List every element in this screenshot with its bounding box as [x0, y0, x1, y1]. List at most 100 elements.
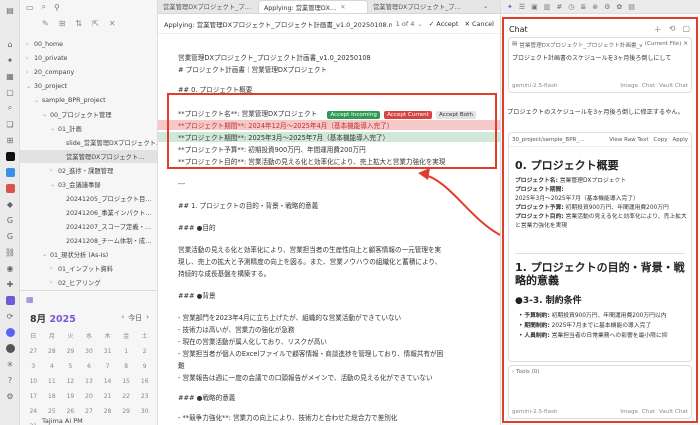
- view-raw-button[interactable]: View Raw Text: [609, 137, 648, 143]
- calendar-day[interactable]: 31: [98, 348, 117, 355]
- calendar-day[interactable]: 27: [24, 348, 43, 355]
- github-icon[interactable]: [4, 342, 16, 354]
- calendar-day[interactable]: 30: [135, 408, 154, 415]
- calendar-day[interactable]: 30: [80, 348, 99, 355]
- copilot-icon[interactable]: ✦: [507, 3, 513, 11]
- tree-item[interactable]: › 00_home: [20, 38, 157, 51]
- calendar-day[interactable]: 25: [43, 408, 62, 415]
- vault-name[interactable]: Tajima Ai PM: [42, 417, 83, 425]
- puzzle-icon[interactable]: ✚: [4, 278, 16, 290]
- tree-item[interactable]: 20241207_スコープ定義・…: [20, 220, 157, 233]
- tab-applying[interactable]: Applying: 営業管理DX… ✕: [258, 0, 368, 13]
- folder-icon[interactable]: ▭: [26, 3, 34, 12]
- calendar-day[interactable]: 5: [61, 363, 80, 370]
- calendar-day[interactable]: 21: [98, 393, 117, 400]
- gear-icon[interactable]: ⚙: [604, 3, 610, 11]
- search-icon[interactable]: ⌕: [42, 2, 46, 12]
- calendar-day[interactable]: 7: [98, 363, 117, 370]
- calendar-day[interactable]: 8: [117, 363, 136, 370]
- model-selector[interactable]: gemini-2.5-flash: [512, 409, 616, 415]
- bookmark-icon[interactable]: ⚲: [54, 3, 60, 12]
- tree-item[interactable]: ⌄ 01_現状分析 (As-Is): [20, 248, 157, 261]
- tree-item[interactable]: ⌄ 30_project: [20, 80, 157, 93]
- calendar-day[interactable]: 3: [24, 363, 43, 370]
- collapse-icon[interactable]: ⇱: [92, 19, 99, 28]
- calendar-icon[interactable]: ▦: [26, 295, 34, 304]
- calendar-day[interactable]: 17: [24, 393, 43, 400]
- calendar-day[interactable]: 4: [43, 363, 62, 370]
- tab-add-button[interactable]: ⌄: [478, 0, 498, 13]
- sort-icon[interactable]: ⇅: [75, 19, 82, 28]
- calendar-day[interactable]: 28: [43, 348, 62, 355]
- clock-icon[interactable]: ◷: [568, 3, 574, 11]
- calendar-day[interactable]: 15: [117, 378, 136, 385]
- calendar-day[interactable]: 29: [61, 348, 80, 355]
- calendar-day[interactable]: 16: [135, 378, 154, 385]
- copy-button[interactable]: Copy: [654, 137, 668, 143]
- new-folder-icon[interactable]: ⊞: [59, 19, 66, 28]
- history-icon[interactable]: ⟲: [669, 24, 676, 35]
- tab-plan-2[interactable]: 営業管理DXプロジェクト_プ…: [368, 0, 478, 13]
- graph-icon[interactable]: ✦: [4, 54, 16, 66]
- plugin-icon[interactable]: ◆: [4, 198, 16, 210]
- context-chip[interactable]: ▤ 営業管理DXプロジェクト_プロジェクト計画書_v1… (Current Fi…: [512, 41, 688, 49]
- tree-item[interactable]: › 02_ヒアリング: [20, 276, 157, 289]
- template-icon[interactable]: ❏: [4, 118, 16, 130]
- outline-icon[interactable]: ≣: [580, 3, 586, 11]
- star-icon[interactable]: ✳: [4, 358, 16, 370]
- calendar-day[interactable]: 29: [117, 408, 136, 415]
- book-icon[interactable]: ▣: [531, 3, 538, 11]
- image-button[interactable]: Image: [620, 409, 638, 415]
- link-icon[interactable]: ⛓: [4, 246, 16, 258]
- tag-icon[interactable]: #: [556, 3, 562, 11]
- calendar-day[interactable]: 11: [43, 378, 62, 385]
- chat-button[interactable]: Chat: [642, 409, 655, 415]
- tree-item[interactable]: 20241208_チーム体制・成…: [20, 234, 157, 247]
- calendar-day[interactable]: 23: [135, 393, 154, 400]
- calendar-day[interactable]: 12: [61, 378, 80, 385]
- file-icon[interactable]: ▢: [4, 86, 16, 98]
- image-button[interactable]: Image: [620, 83, 638, 89]
- calendar-icon[interactable]: ▦: [4, 70, 16, 82]
- save-icon[interactable]: ▢: [682, 24, 690, 35]
- tab-plan-1[interactable]: 営業管理DXプロジェクト_プ…: [158, 0, 258, 13]
- chat-icon[interactable]: ▤: [628, 3, 635, 11]
- calendar-day[interactable]: 27: [80, 408, 99, 415]
- new-chat-icon[interactable]: ＋: [654, 24, 662, 35]
- x-logo-icon[interactable]: [4, 150, 16, 162]
- tree-item[interactable]: ⌄ 00_プロジェクト管理: [20, 108, 157, 121]
- vault-chat-button[interactable]: Vault Chat: [659, 83, 688, 89]
- chevron-down-icon[interactable]: ⌄: [417, 20, 422, 28]
- calendar-day[interactable]: 13: [80, 378, 99, 385]
- link-icon[interactable]: ⊗: [592, 3, 598, 11]
- calendar-day[interactable]: 24: [24, 408, 43, 415]
- new-note-icon[interactable]: ✎: [42, 19, 49, 28]
- layout-icon[interactable]: ▥: [544, 3, 551, 11]
- close-icon[interactable]: ✕: [340, 4, 345, 11]
- terminal-icon[interactable]: ⊞: [4, 134, 16, 146]
- tree-item[interactable]: ⌄ sample_BPR_project: [20, 94, 157, 107]
- calendar-day[interactable]: 14: [98, 378, 117, 385]
- accept-button[interactable]: ✓ Accept: [429, 20, 459, 28]
- calendar-day[interactable]: 20: [80, 393, 99, 400]
- tree-item[interactable]: › 20_company: [20, 66, 157, 79]
- calendar-day[interactable]: 22: [117, 393, 136, 400]
- calendar-day[interactable]: 6: [80, 363, 99, 370]
- help-icon[interactable]: ?: [4, 374, 16, 386]
- tree-item[interactable]: ⌄ 01_計画: [20, 122, 157, 135]
- sync-icon[interactable]: ⟳: [4, 310, 16, 322]
- calendar-day[interactable]: 9: [135, 363, 154, 370]
- translate-icon[interactable]: [4, 182, 16, 194]
- google-icon[interactable]: G: [4, 214, 16, 226]
- tree-item[interactable]: 20241206_事業インパクト…: [20, 206, 157, 219]
- bookmark-icon[interactable]: ◉: [4, 262, 16, 274]
- discord-icon[interactable]: [4, 326, 16, 338]
- calendar-day[interactable]: 26: [61, 408, 80, 415]
- chat-button[interactable]: Chat: [642, 83, 655, 89]
- vault-chat-button[interactable]: Vault Chat: [659, 409, 688, 415]
- pin-icon[interactable]: ✿: [616, 3, 622, 11]
- calendar-day[interactable]: 10: [24, 378, 43, 385]
- tree-item[interactable]: slide_営業管理DXプロジェクト…: [20, 136, 157, 149]
- today-button[interactable]: 今日: [128, 313, 142, 323]
- settings-icon[interactable]: ⚙: [4, 390, 16, 402]
